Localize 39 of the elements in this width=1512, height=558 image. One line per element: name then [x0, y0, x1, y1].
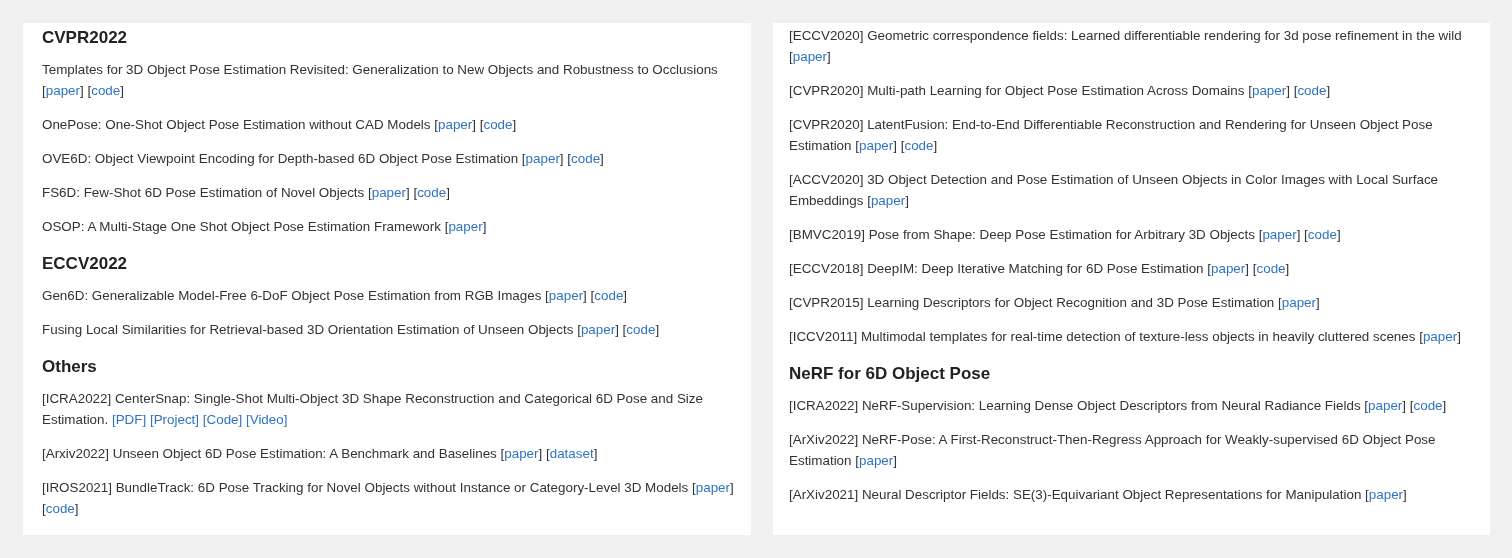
reference-entry: [CVPR2020] Multi-path Learning for Object Pose Estimation Across Domains [paper] [code] [789, 82, 1332, 100]
reference-entry: OnePose: One-Shot Object Pose Estimation without CAD Models [paper] [code] [42, 116, 518, 134]
reference-link[interactable]: paper [448, 219, 483, 234]
reference-entry: OVE6D: Object Viewpoint Encoding for Depth-based 6D Object Pose Estimation [paper] [code] [42, 150, 605, 168]
reference-link[interactable]: [Video] [246, 412, 288, 427]
reference-entry: [ICRA2022] NeRF-Supervision: Learning Dense Object Descriptors from Neural Radiance Fields [paper] [code] [789, 397, 1448, 415]
reference-link[interactable]: code [1413, 398, 1443, 413]
section-heading: Others [42, 356, 98, 378]
reference-entry: [ACCV2020] 3D Object Detection and Pose Estimation of Unseen Objects in Color Images with Local Surface Embeddings [paper] [789, 171, 1440, 210]
reference-entry: [BMVC2019] Pose from Shape: Deep Pose Estimation for Arbitrary 3D Objects [paper] [code] [789, 226, 1342, 244]
reference-entry: [ECCV2020] Geometric correspondence fields: Learned differentiable rendering for 3d pose refinement in the wild [paper] [789, 27, 1463, 66]
reference-entry: Templates for 3D Object Pose Estimation Revisited: Generalization to New Objects and Robustness to Occlusions [paper] [code] [42, 61, 719, 100]
reference-entry: Fusing Local Similarities for Retrieval-based 3D Orientation Estimation of Unseen Objects [paper] [code] [42, 321, 661, 339]
reference-entry: Gen6D: Generalizable Model-Free 6-DoF Object Pose Estimation from RGB Images [paper] [code] [42, 287, 629, 305]
reference-entry: [ICCV2011] Multimodal templates for real-time detection of texture-less objects in heavily cluttered scenes [paper] [789, 328, 1462, 346]
reference-link[interactable]: code [626, 322, 656, 337]
reference-entry: [ArXiv2021] Neural Descriptor Fields: SE(3)-Equivariant Object Representations for Manipulation [paper] [789, 486, 1408, 504]
reference-link[interactable]: code [1297, 83, 1327, 98]
section-heading: CVPR2022 [42, 27, 129, 49]
reference-link[interactable]: code [1256, 261, 1286, 276]
reference-link[interactable]: paper [525, 151, 560, 166]
reference-link[interactable]: [PDF] [111, 412, 147, 427]
reference-link[interactable]: paper [1262, 227, 1297, 242]
reference-link[interactable]: [Project] [149, 412, 200, 427]
reference-entry: [CVPR2020] LatentFusion: End-to-End Differentiable Reconstruction and Rendering for Unseen Object Pose Estimation [paper] [code] [789, 116, 1434, 155]
reference-entry: OSOP: A Multi-Stage One Shot Object Pose Estimation Framework [paper] [42, 218, 488, 236]
reference-entry: FS6D: Few-Shot 6D Pose Estimation of Novel Objects [paper] [code] [42, 184, 451, 202]
reference-entry: [ArXiv2022] NeRF-Pose: A First-Reconstruct-Then-Regress Approach for Weakly-supervised 6D Object Pose Estimation [paper] [789, 431, 1437, 470]
reference-entry: [IROS2021] BundleTrack: 6D Pose Tracking for Novel Objects without Instance or Category-Level 3D Models [paper] [code] [42, 479, 735, 518]
reference-link[interactable]: paper [504, 446, 539, 461]
reference-entry: [CVPR2015] Learning Descriptors for Object Recognition and 3D Pose Estimation [paper] [789, 294, 1321, 312]
reference-entry: [ICRA2022] CenterSnap: Single-Shot Multi-Object 3D Shape Reconstruction and Categorical 6D Pose and Size Estimation. [PDF] [Project] [Code] [Video] [42, 390, 704, 429]
reference-entry: [ECCV2018] DeepIM: Deep Iterative Matching for 6D Pose Estimation [paper] [code] [789, 260, 1291, 278]
reference-entry: [Arxiv2022] Unseen Object 6D Pose Estimation: A Benchmark and Baselines [paper] [dataset] [42, 445, 599, 463]
reference-link[interactable]: code [904, 138, 934, 153]
section-heading: ECCV2022 [42, 253, 129, 275]
section-heading: NeRF for 6D Object Pose [789, 363, 992, 385]
reference-link[interactable]: code [483, 117, 513, 132]
reference-link[interactable]: [Code] [202, 412, 243, 427]
